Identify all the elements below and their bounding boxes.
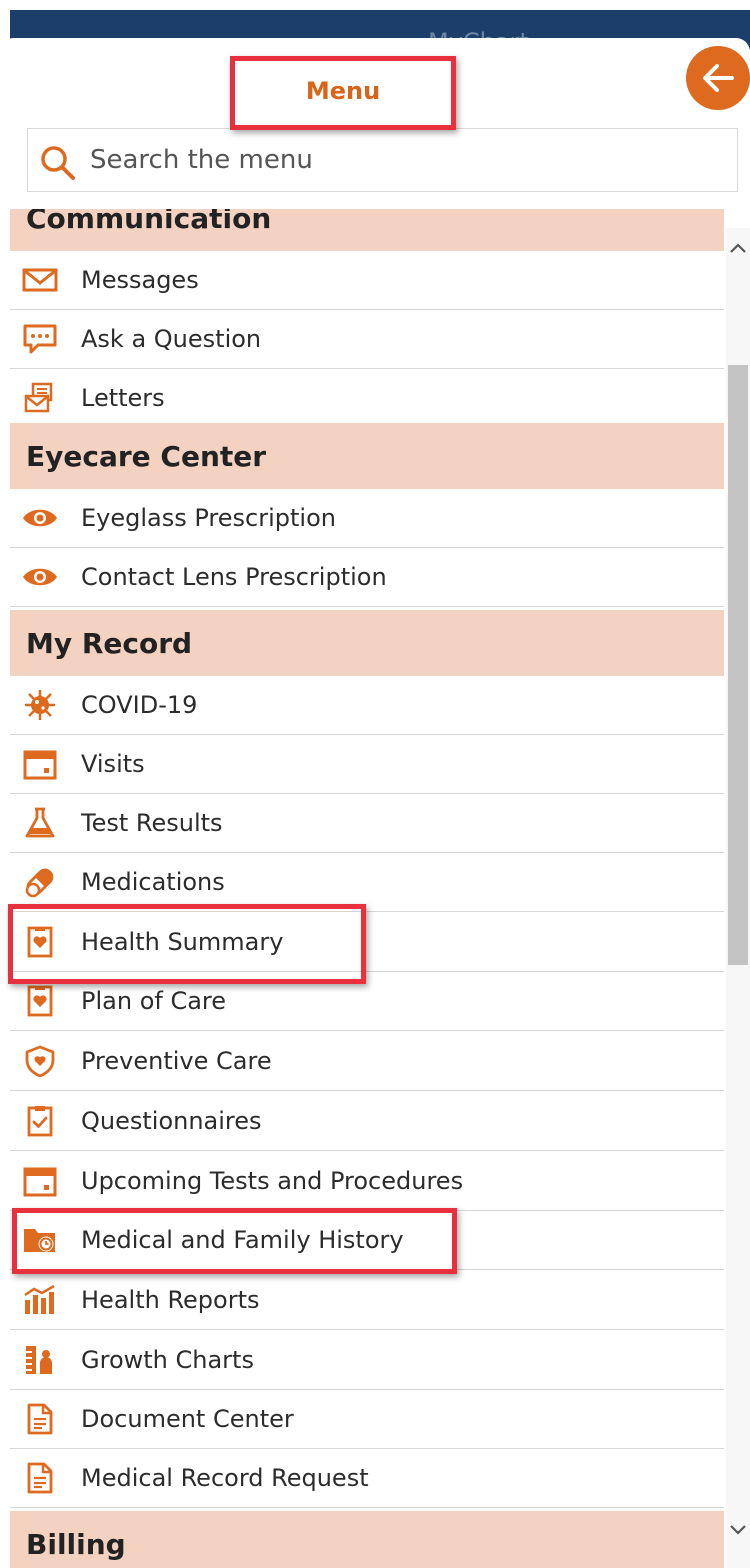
- menu-item-medications[interactable]: Medications: [10, 853, 724, 912]
- menu-item-label: Growth Charts: [81, 1346, 254, 1374]
- folder-clock-icon: [24, 1229, 55, 1252]
- menu-item-label: Document Center: [81, 1405, 294, 1433]
- chevron-down-icon: [730, 1525, 746, 1535]
- menu-item-upcoming-tests[interactable]: Upcoming Tests and Procedures: [10, 1152, 724, 1211]
- section-header-my-record: My Record: [10, 610, 724, 676]
- document-icon: [27, 1462, 53, 1494]
- scroll-up-arrow[interactable]: [726, 234, 750, 262]
- scroll-down-arrow[interactable]: [726, 1516, 750, 1544]
- menu-item-label: Plan of Care: [81, 987, 227, 1015]
- growth-chart-icon: [26, 1346, 52, 1374]
- menu-item-label: Preventive Care: [81, 1047, 272, 1075]
- menu-item-label: Messages: [81, 266, 199, 294]
- search-input[interactable]: [90, 139, 710, 181]
- menu-item-label: Health Reports: [81, 1286, 260, 1314]
- search-icon: [41, 146, 75, 180]
- section-header-billing: Billing: [10, 1511, 724, 1568]
- menu-list: Communication Messages Ask a Question Le…: [10, 209, 726, 1568]
- menu-item-label: Test Results: [81, 809, 223, 837]
- menu-item-label: Medical Record Request: [81, 1464, 369, 1492]
- menu-item-covid-19[interactable]: COVID-19: [10, 676, 724, 735]
- menu-item-label: Health Summary: [81, 928, 284, 956]
- menu-item-questionnaires[interactable]: Questionnaires: [10, 1092, 724, 1151]
- menu-item-label: Upcoming Tests and Procedures: [81, 1167, 464, 1195]
- scrollbar[interactable]: [726, 228, 750, 1568]
- calendar-icon: [23, 750, 57, 780]
- menu-item-preventive-care[interactable]: Preventive Care: [10, 1032, 724, 1091]
- menu-item-health-summary[interactable]: Health Summary: [10, 913, 724, 972]
- menu-item-label: Ask a Question: [81, 325, 262, 353]
- section-header-communication: Communication: [10, 209, 724, 251]
- menu-item-contact-lens-prescription[interactable]: Contact Lens Prescription: [10, 548, 724, 607]
- flask-icon: [25, 807, 55, 838]
- search-box[interactable]: [27, 128, 738, 192]
- menu-item-visits[interactable]: Visits: [10, 735, 724, 794]
- menu-item-label: Visits: [81, 750, 145, 778]
- section-header-eyecare-center: Eyecare Center: [10, 423, 724, 489]
- document-icon: [27, 1403, 53, 1435]
- clipboard-heart-icon: [27, 985, 53, 1017]
- menu-item-growth-charts[interactable]: Growth Charts: [10, 1331, 724, 1390]
- menu-title: Menu: [305, 77, 381, 105]
- menu-item-label: Medications: [81, 868, 225, 896]
- shield-heart-icon: [25, 1045, 55, 1077]
- menu-item-document-center[interactable]: Document Center: [10, 1390, 724, 1449]
- envelope-icon: [22, 268, 58, 292]
- pill-icon: [25, 868, 54, 898]
- menu-item-ask-a-question[interactable]: Ask a Question: [10, 310, 724, 369]
- chat-bubble-icon: [23, 324, 57, 354]
- menu-item-plan-of-care[interactable]: Plan of Care: [10, 972, 724, 1031]
- menu-item-label: COVID-19: [81, 691, 198, 719]
- menu-item-eyeglass-prescription[interactable]: Eyeglass Prescription: [10, 489, 724, 548]
- menu-item-label: Letters: [81, 384, 165, 412]
- menu-item-label: Contact Lens Prescription: [81, 563, 387, 591]
- letter-icon: [24, 382, 53, 413]
- menu-item-medical-family-history[interactable]: Medical and Family History: [10, 1211, 724, 1270]
- clipboard-check-icon: [27, 1106, 53, 1137]
- menu-item-messages[interactable]: Messages: [10, 251, 724, 310]
- menu-item-label: Eyeglass Prescription: [81, 504, 336, 532]
- back-button[interactable]: [686, 46, 750, 110]
- menu-item-test-results[interactable]: Test Results: [10, 794, 724, 853]
- eye-icon: [23, 568, 57, 586]
- clipboard-heart-icon: [27, 926, 53, 958]
- menu-item-label: Questionnaires: [81, 1107, 262, 1135]
- scrollbar-thumb[interactable]: [728, 365, 748, 965]
- chevron-up-icon: [730, 243, 746, 253]
- menu-item-medical-record-request[interactable]: Medical Record Request: [10, 1449, 724, 1508]
- menu-item-letters[interactable]: Letters: [10, 369, 724, 428]
- eye-icon: [23, 509, 57, 527]
- arrow-left-icon: [703, 64, 734, 92]
- calendar-icon: [23, 1167, 57, 1197]
- menu-item-health-reports[interactable]: Health Reports: [10, 1271, 724, 1330]
- virus-icon: [25, 690, 55, 720]
- menu-item-label: Medical and Family History: [81, 1226, 404, 1254]
- bar-chart-icon: [24, 1284, 55, 1314]
